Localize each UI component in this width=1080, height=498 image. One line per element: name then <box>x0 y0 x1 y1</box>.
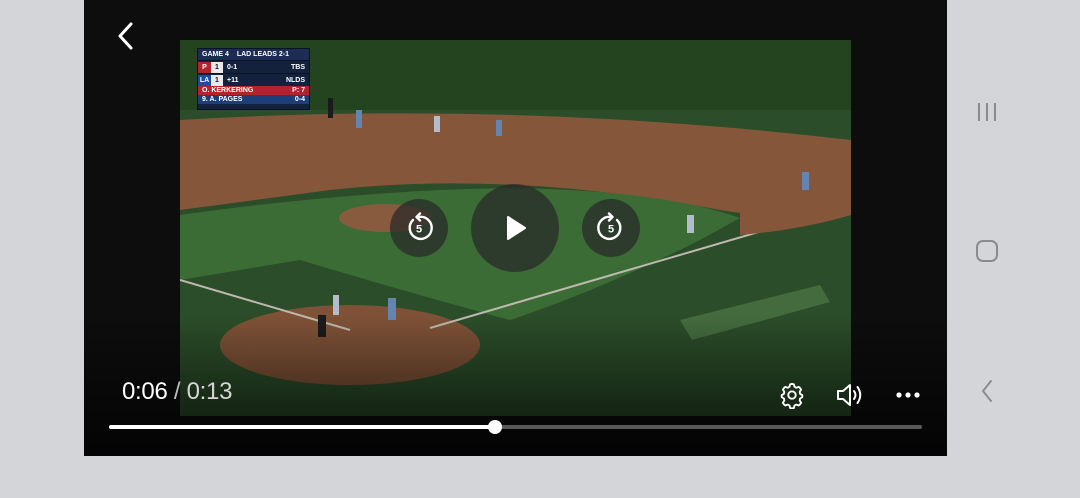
recents-icon <box>978 103 996 121</box>
home-icon <box>976 240 998 262</box>
team2-score: 1 <box>211 74 223 86</box>
system-navigation-bar <box>947 0 1080 498</box>
scorebug-batter-stats: 0-4 <box>294 96 305 103</box>
play-button[interactable] <box>471 184 559 272</box>
team2-logo: LA <box>198 74 211 86</box>
current-time: 0:06 <box>122 378 168 405</box>
scorebug-pitch-count: P: 7 <box>292 87 305 94</box>
duration: 0:13 <box>186 378 233 405</box>
video-player[interactable]: GAME 4 LAD LEADS 2-1 P 1 0-1 TBS LA 1 +1… <box>84 0 947 456</box>
nav-back-icon <box>982 380 992 402</box>
forward-seconds: 5 <box>607 223 615 236</box>
scorebug-pitcher: O. KERKERING <box>202 87 254 94</box>
back-button[interactable] <box>106 16 146 56</box>
speaker-icon <box>837 384 862 406</box>
seek-bar-thumb[interactable] <box>488 420 503 434</box>
gear-icon <box>780 382 804 409</box>
scorebug-game: GAME 4 <box>202 51 229 58</box>
rewind-button[interactable]: 5 <box>390 199 448 257</box>
home-button[interactable] <box>967 231 1007 271</box>
team1-score: 1 <box>211 61 223 73</box>
settings-button[interactable] <box>774 377 810 413</box>
more-horizontal-icon <box>896 392 920 398</box>
screen: GAME 4 LAD LEADS 2-1 P 1 0-1 TBS LA 1 +1… <box>0 0 1080 498</box>
recents-button[interactable] <box>967 92 1007 132</box>
forward-button[interactable]: 5 <box>582 199 640 257</box>
scorebug: GAME 4 LAD LEADS 2-1 P 1 0-1 TBS LA 1 +1… <box>197 48 310 110</box>
time-separator: / <box>167 378 187 405</box>
seek-bar[interactable] <box>109 420 922 434</box>
scorebug-series: LAD LEADS 2-1 <box>236 51 289 58</box>
volume-button[interactable] <box>832 377 868 413</box>
play-icon <box>507 216 526 240</box>
scorebug-network: TBS <box>291 63 305 71</box>
rewind-seconds: 5 <box>415 223 423 236</box>
scorebug-extra: +11 <box>227 76 239 84</box>
chevron-left-icon <box>118 22 133 50</box>
scorebug-round: NLDS <box>285 76 305 84</box>
scorebug-batter: 9. A. PAGES <box>202 96 243 103</box>
nav-back-button[interactable] <box>967 371 1007 411</box>
team1-logo: P <box>198 61 211 73</box>
more-options-button[interactable] <box>890 377 926 413</box>
time-display: 0:06 / 0:13 <box>122 378 232 406</box>
seek-bar-played <box>109 425 496 429</box>
scorebug-count: 0-1 <box>227 63 238 71</box>
